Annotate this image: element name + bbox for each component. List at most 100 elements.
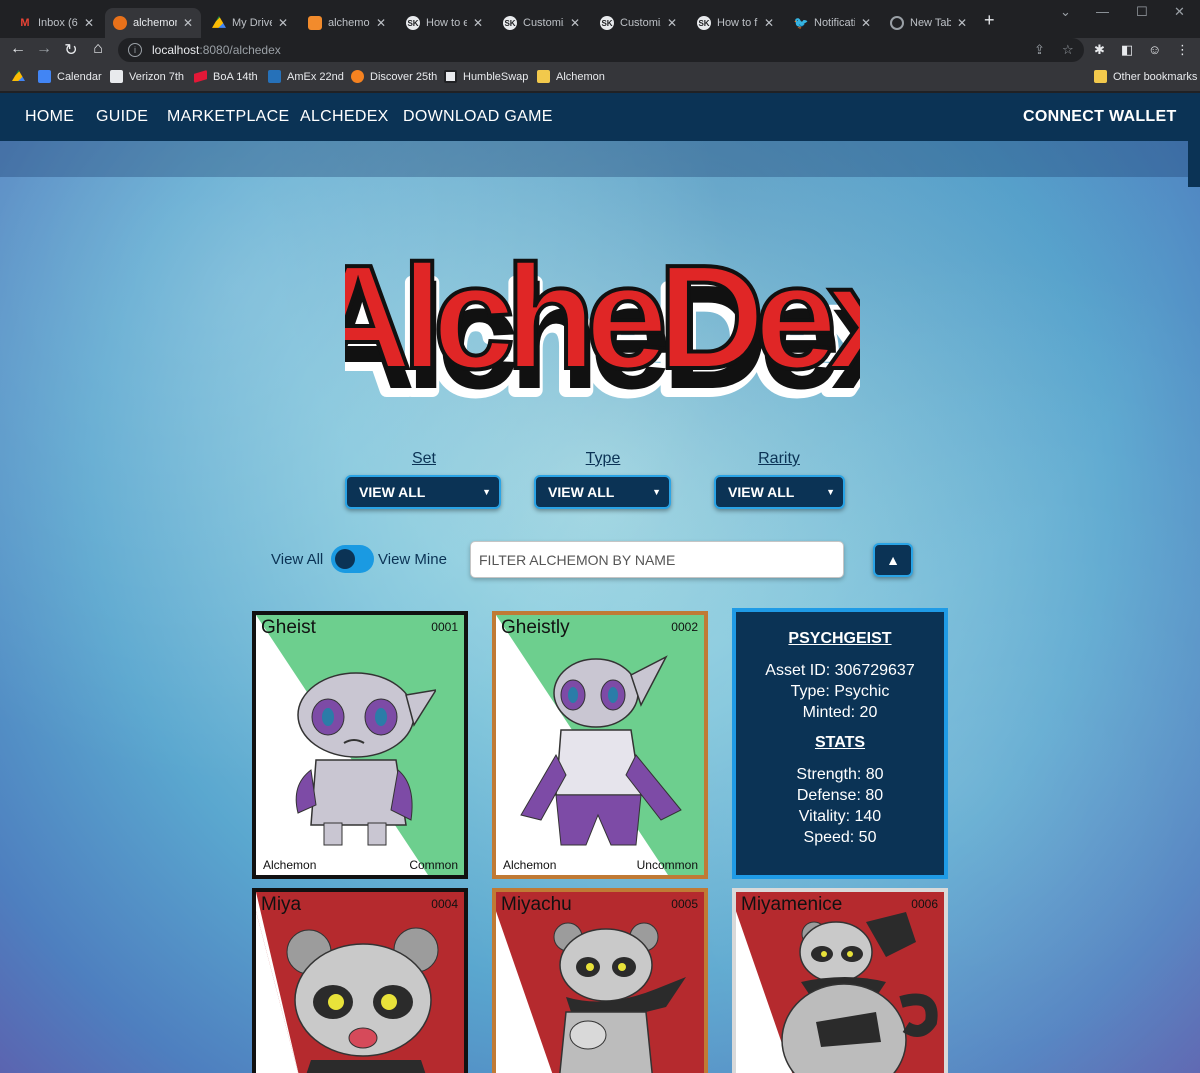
rarity-select[interactable]: VIEW ALL ▼ — [714, 475, 845, 509]
bookmark-amex[interactable]: AmEx 22nd — [268, 70, 344, 83]
bookmark-label: Alchemon — [556, 70, 605, 83]
alchemon-details-card[interactable]: PSYCHGEIST Asset ID: 306729637 Type: Psy… — [732, 608, 948, 879]
header-band — [0, 141, 1200, 177]
card-rarity: Uncommon — [636, 858, 698, 872]
nav-home[interactable]: HOME — [25, 108, 74, 126]
name-filter-input[interactable] — [470, 541, 844, 578]
bookmark-label: Discover 25th — [370, 70, 438, 83]
nav-guide[interactable]: GUIDE — [96, 108, 148, 126]
alchemon-card-miyachu[interactable]: Miyachu 0005 — [492, 888, 708, 1073]
details-type: Type: Psychic — [790, 683, 890, 700]
bookmark-calendar[interactable]: Calendar — [38, 70, 102, 83]
menu-icon[interactable]: ⋮ — [1176, 42, 1189, 58]
scrollbar[interactable] — [1188, 141, 1200, 187]
tab-customize-2[interactable]: SK Customiz ✕ — [592, 8, 685, 38]
card-number: 0005 — [671, 897, 698, 911]
site-navbar: HOME GUIDE MARKETPLACE ALCHEDEX DOWNLOAD… — [0, 93, 1200, 141]
tab-how-to-2[interactable]: SK How to fi ✕ — [689, 8, 782, 38]
share-icon[interactable]: ⇪ — [1034, 42, 1045, 58]
card-set: Alchemon — [503, 858, 557, 872]
bookmark-verizon[interactable]: Verizon 7th — [110, 70, 184, 83]
close-icon[interactable]: ✕ — [570, 16, 580, 30]
close-icon[interactable]: ✕ — [376, 16, 386, 30]
miyamenice-creature-image — [781, 912, 938, 1073]
close-icon[interactable]: ✕ — [957, 16, 967, 30]
alchemon-card-gheist[interactable]: Gheist 0001 Alchemon Common — [252, 611, 468, 879]
extensions-icon[interactable]: ✱ — [1094, 42, 1105, 58]
card-number: 0002 — [671, 620, 698, 634]
alchemon-card-gheistly[interactable]: Gheistly 0002 Alchemon Uncommon — [492, 611, 708, 879]
logo-text: AlcheDex — [345, 235, 860, 400]
site-info-icon[interactable]: i — [128, 43, 142, 57]
alchemon-card-miya[interactable]: Miya 0004 — [252, 888, 468, 1073]
type-select[interactable]: VIEW ALL ▼ — [534, 475, 671, 509]
tab-my-drive[interactable]: My Drive ✕ — [204, 8, 296, 38]
close-icon[interactable]: ✕ — [667, 16, 677, 30]
tab-search-chevron-icon[interactable]: ⌄ — [1060, 4, 1071, 20]
type-label: Type — [585, 450, 621, 467]
close-icon[interactable]: ✕ — [861, 16, 871, 30]
view-mine-label: View Mine — [378, 551, 447, 568]
tab-title: How to er — [426, 17, 467, 29]
tab-new-tab[interactable]: New Tab ✕ — [882, 8, 975, 38]
bookmark-label: BoA 14th — [213, 70, 258, 83]
address-bar[interactable]: i localhost:8080/alchedex — [118, 38, 1084, 62]
tab-alchemon-2[interactable]: alchemon ✕ — [300, 8, 394, 38]
forward-icon[interactable]: → — [34, 40, 54, 58]
nav-download-game[interactable]: DOWNLOAD GAME — [403, 108, 553, 126]
set-label: Set — [411, 450, 436, 467]
tab-inbox[interactable]: M Inbox (6) ✕ — [10, 8, 102, 38]
view-mine-toggle[interactable] — [331, 545, 374, 573]
bookmark-alchemon[interactable]: Alchemon — [537, 70, 605, 83]
drive-icon — [212, 16, 226, 28]
bookmark-humbleswap[interactable]: HumbleSwap — [444, 70, 528, 83]
details-title: PSYCHGEIST — [788, 630, 892, 647]
set-select[interactable]: VIEW ALL ▼ — [345, 475, 501, 509]
url-host: localhost — [152, 43, 200, 57]
gmail-icon: M — [20, 17, 30, 29]
close-icon[interactable]: ✕ — [764, 16, 774, 30]
bookmark-drive[interactable] — [12, 70, 31, 83]
window-close-icon[interactable]: ✕ — [1174, 4, 1185, 20]
card-name: Gheistly — [501, 617, 570, 638]
bookmark-boa[interactable]: BoA 14th — [194, 70, 258, 83]
close-icon[interactable]: ✕ — [183, 16, 193, 30]
close-icon[interactable]: ✕ — [84, 16, 94, 30]
profile-icon[interactable]: ☺ — [1148, 42, 1161, 57]
chevron-down-icon: ▼ — [482, 487, 491, 497]
bookmark-label: Verizon 7th — [129, 70, 185, 83]
home-icon[interactable]: ⌂ — [88, 40, 108, 58]
tab-customize-1[interactable]: SK Customiz ✕ — [495, 8, 588, 38]
drive-bookmark-icon — [12, 70, 25, 82]
tab-how-to-1[interactable]: SK How to er ✕ — [398, 8, 491, 38]
details-speed: Speed: 50 — [803, 829, 877, 846]
reload-icon[interactable]: ↻ — [61, 40, 81, 60]
connect-wallet-button[interactable]: CONNECT WALLET — [1023, 108, 1177, 126]
close-icon[interactable]: ✕ — [278, 16, 288, 30]
new-tab-button[interactable]: + — [984, 10, 995, 31]
bookmark-label: HumbleSwap — [463, 70, 529, 83]
nav-alchedex[interactable]: ALCHEDEX — [300, 108, 389, 126]
tab-alchemon-active[interactable]: alchemon ✕ — [105, 8, 201, 38]
tab-title: Notificati — [814, 17, 855, 29]
amex-icon — [268, 70, 281, 83]
tab-notifications[interactable]: 🐦 Notificati ✕ — [786, 8, 879, 38]
side-panel-icon[interactable]: ◧ — [1121, 42, 1133, 58]
details-stats-heading: STATS — [814, 734, 866, 751]
close-icon[interactable]: ✕ — [473, 16, 483, 30]
minimize-icon[interactable]: — — [1096, 4, 1109, 19]
sort-toggle-button[interactable]: ▲ — [873, 543, 913, 577]
nav-marketplace[interactable]: MARKETPLACE — [167, 108, 289, 126]
card-rarity: Common — [409, 858, 458, 872]
details-strength: Strength: 80 — [796, 766, 884, 783]
bookmark-star-icon[interactable]: ☆ — [1062, 42, 1074, 58]
bookmarks-bar: Calendar Verizon 7th BoA 14th AmEx 22nd … — [0, 64, 1200, 92]
alchemon-card-miyamenice[interactable]: Miyamenice 0006 — [732, 888, 948, 1073]
card-name: Miyamenice — [741, 894, 843, 915]
bookmark-other[interactable]: Other bookmarks — [1094, 70, 1197, 83]
back-icon[interactable]: ← — [8, 40, 28, 58]
maximize-icon[interactable]: ☐ — [1136, 4, 1148, 20]
details-minted: Minted: 20 — [802, 704, 878, 721]
discover-icon — [351, 70, 364, 83]
bookmark-discover[interactable]: Discover 25th — [351, 70, 437, 83]
